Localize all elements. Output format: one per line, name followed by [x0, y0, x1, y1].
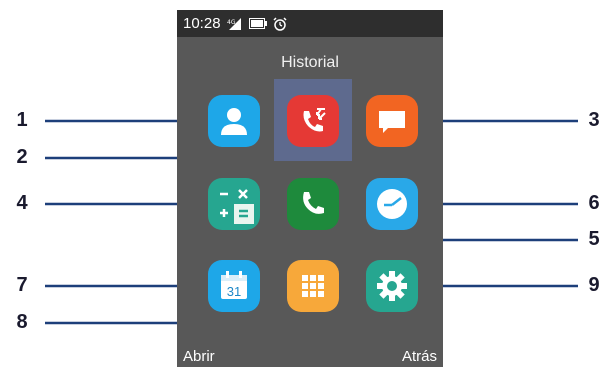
phone-app[interactable] — [287, 178, 339, 230]
callout-8: 8 — [16, 311, 28, 333]
svg-text:4G: 4G — [227, 19, 236, 26]
callout-2: 2 — [16, 146, 28, 168]
callout-4: 4 — [16, 192, 28, 214]
callout-3: 3 — [588, 109, 600, 131]
phone-screen: 10:28 4G Historial 31 Abrir Atrás — [177, 10, 443, 367]
callout-5: 5 — [588, 228, 600, 250]
calendar-icon: 31 — [221, 271, 247, 299]
callout-7: 7 — [16, 274, 28, 296]
calendar-day: 31 — [227, 284, 241, 299]
messages-app[interactable] — [366, 95, 418, 147]
gear-icon — [377, 271, 407, 301]
settings-app[interactable] — [366, 260, 418, 312]
open-softkey[interactable]: Abrir — [183, 348, 215, 365]
call-history-icon — [303, 108, 326, 132]
contact-person-icon — [221, 108, 247, 135]
calculator-app[interactable] — [208, 178, 260, 230]
contacts-app[interactable] — [208, 95, 260, 147]
call-history-app[interactable] — [287, 95, 339, 147]
back-softkey[interactable]: Atrás — [402, 348, 437, 365]
phone-icon — [303, 192, 324, 214]
grid-icon — [302, 275, 324, 297]
alarm-icon — [273, 16, 287, 31]
battery-icon — [248, 18, 267, 29]
message-icon — [379, 111, 405, 133]
callout-9: 9 — [588, 274, 600, 296]
calculator-icon — [220, 189, 254, 224]
screen-title: Historial — [281, 54, 339, 71]
apps-menu-app[interactable] — [287, 260, 339, 312]
softkey-bar: Abrir Atrás — [177, 345, 443, 367]
callout-6: 6 — [588, 192, 600, 214]
calendar-app[interactable]: 31 — [208, 260, 260, 312]
clock-app[interactable] — [366, 178, 418, 230]
callout-1: 1 — [16, 109, 28, 131]
status-time: 10:28 — [183, 15, 221, 32]
signal-icon: 4G — [227, 17, 243, 30]
status-bar: 10:28 4G — [177, 10, 443, 37]
clock-icon — [377, 189, 407, 219]
